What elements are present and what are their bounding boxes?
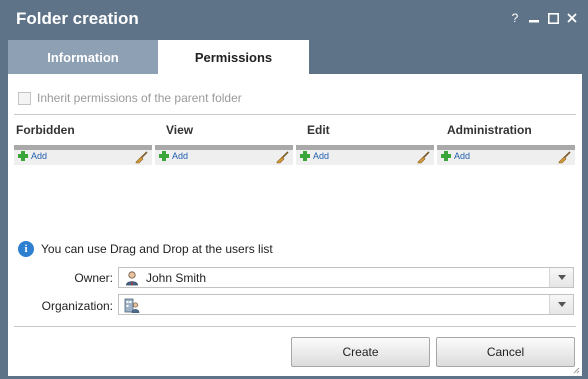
chevron-down-icon bbox=[557, 275, 566, 280]
organization-icon bbox=[124, 298, 140, 313]
folder-creation-dialog: Folder creation ? Information Permission… bbox=[0, 0, 588, 379]
column-view: View Add bbox=[155, 114, 293, 166]
plus-icon bbox=[18, 151, 28, 161]
owner-dropdown-arrow[interactable] bbox=[549, 268, 573, 287]
plus-icon bbox=[441, 151, 451, 161]
inherit-permissions-label: Inherit permissions of the parent folder bbox=[37, 91, 242, 105]
tab-permissions[interactable]: Permissions bbox=[158, 40, 309, 74]
column-header-forbidden: Forbidden bbox=[16, 123, 75, 137]
add-administration-button[interactable]: Add bbox=[441, 151, 470, 161]
create-button[interactable]: Create bbox=[291, 337, 430, 367]
resize-grip-icon[interactable] bbox=[573, 367, 580, 374]
column-toolbar: Add bbox=[155, 150, 293, 165]
add-label: Add bbox=[172, 151, 189, 161]
add-edit-button[interactable]: Add bbox=[300, 151, 329, 161]
owner-label: Owner: bbox=[74, 271, 113, 285]
organization-label: Organization: bbox=[41, 299, 113, 313]
organization-dropdown-arrow[interactable] bbox=[549, 295, 573, 314]
drag-drop-hint: i You can use Drag and Drop at the users… bbox=[18, 241, 273, 257]
column-administration: Administration Add bbox=[437, 114, 575, 166]
clear-broom-icon[interactable] bbox=[417, 151, 430, 164]
tab-information[interactable]: Information bbox=[8, 40, 158, 74]
add-forbidden-button[interactable]: Add bbox=[18, 151, 47, 161]
inherit-permissions-checkbox[interactable] bbox=[18, 91, 31, 105]
owner-select[interactable]: John Smith bbox=[118, 267, 574, 288]
clear-broom-icon[interactable] bbox=[135, 151, 148, 164]
cancel-button[interactable]: Cancel bbox=[436, 337, 575, 367]
user-icon bbox=[126, 270, 138, 285]
add-label: Add bbox=[313, 151, 330, 161]
clear-broom-icon[interactable] bbox=[558, 151, 571, 164]
plus-icon bbox=[300, 151, 310, 161]
minimize-icon[interactable] bbox=[528, 12, 540, 24]
maximize-icon[interactable] bbox=[547, 12, 559, 24]
organization-select[interactable] bbox=[118, 294, 574, 315]
column-forbidden: Forbidden Add bbox=[14, 114, 152, 166]
permissions-panel: Inherit permissions of the parent folder… bbox=[8, 74, 582, 376]
column-toolbar: Add bbox=[437, 150, 575, 165]
help-icon[interactable]: ? bbox=[509, 11, 521, 25]
chevron-down-icon bbox=[557, 302, 566, 307]
add-view-button[interactable]: Add bbox=[159, 151, 188, 161]
column-edit: Edit Add bbox=[296, 114, 434, 166]
add-label: Add bbox=[454, 151, 471, 161]
column-header-administration: Administration bbox=[447, 123, 532, 137]
plus-icon bbox=[159, 151, 169, 161]
window-controls: ? bbox=[509, 11, 578, 25]
title-bar[interactable]: Folder creation ? bbox=[0, 0, 588, 40]
inherit-permissions-row: Inherit permissions of the parent folder bbox=[18, 91, 242, 105]
owner-value: John Smith bbox=[146, 270, 207, 285]
info-icon: i bbox=[18, 241, 34, 257]
column-toolbar: Add bbox=[296, 150, 434, 165]
column-header-edit: Edit bbox=[307, 123, 330, 137]
column-toolbar: Add bbox=[14, 150, 152, 165]
close-icon[interactable] bbox=[566, 12, 578, 24]
column-header-view: View bbox=[166, 123, 194, 137]
divider-bottom bbox=[14, 326, 576, 327]
clear-broom-icon[interactable] bbox=[276, 151, 289, 164]
dialog-title: Folder creation bbox=[16, 9, 139, 28]
drag-drop-hint-text: You can use Drag and Drop at the users l… bbox=[41, 242, 273, 256]
add-label: Add bbox=[31, 151, 48, 161]
